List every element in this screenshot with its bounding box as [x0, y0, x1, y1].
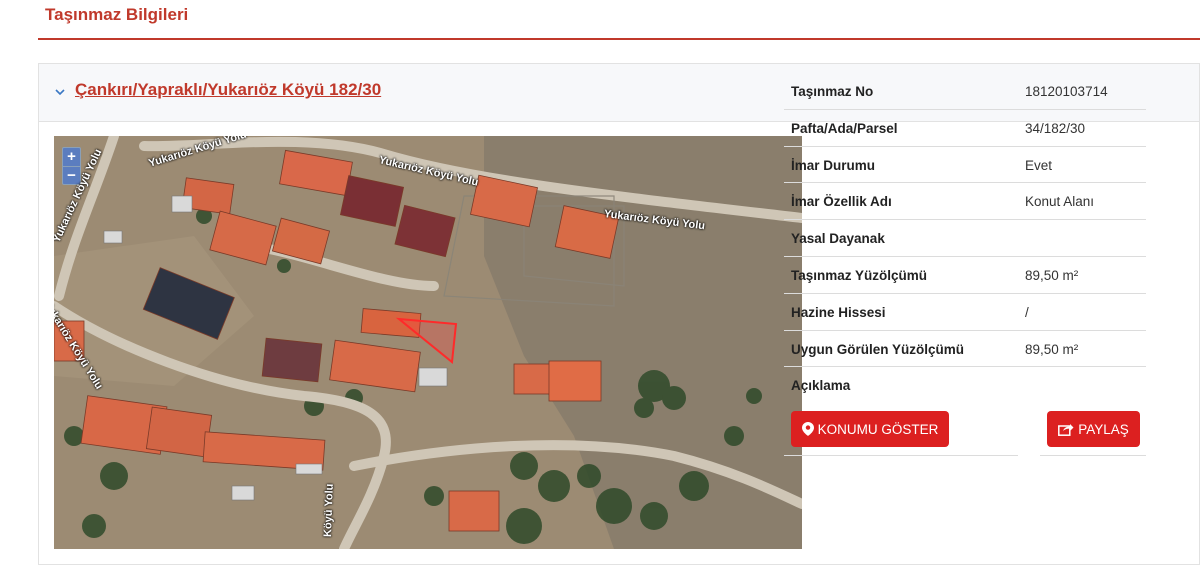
show-location-button[interactable]: KONUMU GÖSTER	[791, 411, 949, 447]
property-info-table: Taşınmaz No 18120103714 Pafta/Ada/Parsel 3…	[784, 73, 1146, 404]
info-row: Taşınmaz Yüzölçümü 89,50 m²	[784, 257, 1146, 294]
info-label: İmar Özellik Adı	[791, 194, 892, 210]
info-value: Konut Alanı	[1025, 194, 1095, 210]
zoom-in-button[interactable]: +	[63, 148, 80, 166]
page-title: Taşınmaz Bilgileri	[45, 5, 189, 24]
info-row: Yasal Dayanak	[784, 220, 1146, 257]
info-value: Evet	[1025, 157, 1053, 173]
info-row: İmar Durumu Evet	[784, 147, 1146, 184]
show-location-label: KONUMU GÖSTER	[817, 421, 939, 437]
info-row: Açıklama	[784, 367, 1146, 404]
share-button[interactable]: PAYLAŞ	[1047, 411, 1140, 447]
info-value: 89,50 m²	[1025, 341, 1079, 357]
info-value: 34/182/30	[1025, 120, 1086, 136]
info-row: Uygun Görülen Yüzölçümü 89,50 m²	[784, 331, 1146, 368]
info-row: İmar Özellik Adı Konut Alanı	[784, 183, 1146, 221]
map-imagery	[54, 136, 802, 549]
info-row: Hazine Hissesi /	[784, 294, 1146, 331]
info-label: Taşınmaz No	[791, 84, 874, 99]
info-label: İmar Durumu	[791, 157, 876, 173]
satellite-map[interactable]: + − Yukarıöz Köyü Yolu Yukarıöz Köyü Yol…	[54, 136, 802, 549]
map-marker-icon	[801, 422, 814, 436]
info-label: Taşınmaz Yüzölçümü	[791, 267, 928, 283]
divider	[784, 455, 1018, 456]
info-label: Hazine Hissesi	[791, 304, 886, 320]
info-label: Uygun Görülen Yüzölçümü	[791, 341, 965, 357]
page-header: Taşınmaz Bilgileri	[38, 0, 1200, 40]
divider	[1040, 455, 1146, 456]
road-label: Köyü Yolu	[322, 483, 336, 538]
info-value: 89,50 m²	[1025, 267, 1079, 283]
info-row: Taşınmaz No 18120103714	[784, 73, 1146, 110]
property-location-link[interactable]: Çankırı/Yapraklı/Yukarıöz Köyü 182/30	[75, 80, 381, 100]
info-label: Pafta/Ada/Parsel	[791, 120, 898, 136]
info-label: Açıklama	[791, 378, 851, 394]
share-icon	[1058, 423, 1074, 436]
chevron-down-icon[interactable]	[55, 87, 65, 97]
share-label: PAYLAŞ	[1078, 421, 1129, 437]
info-value: 18120103714	[1025, 84, 1108, 99]
info-row: Pafta/Ada/Parsel 34/182/30	[784, 110, 1146, 147]
info-value: /	[1025, 304, 1029, 320]
info-label: Yasal Dayanak	[791, 231, 885, 247]
